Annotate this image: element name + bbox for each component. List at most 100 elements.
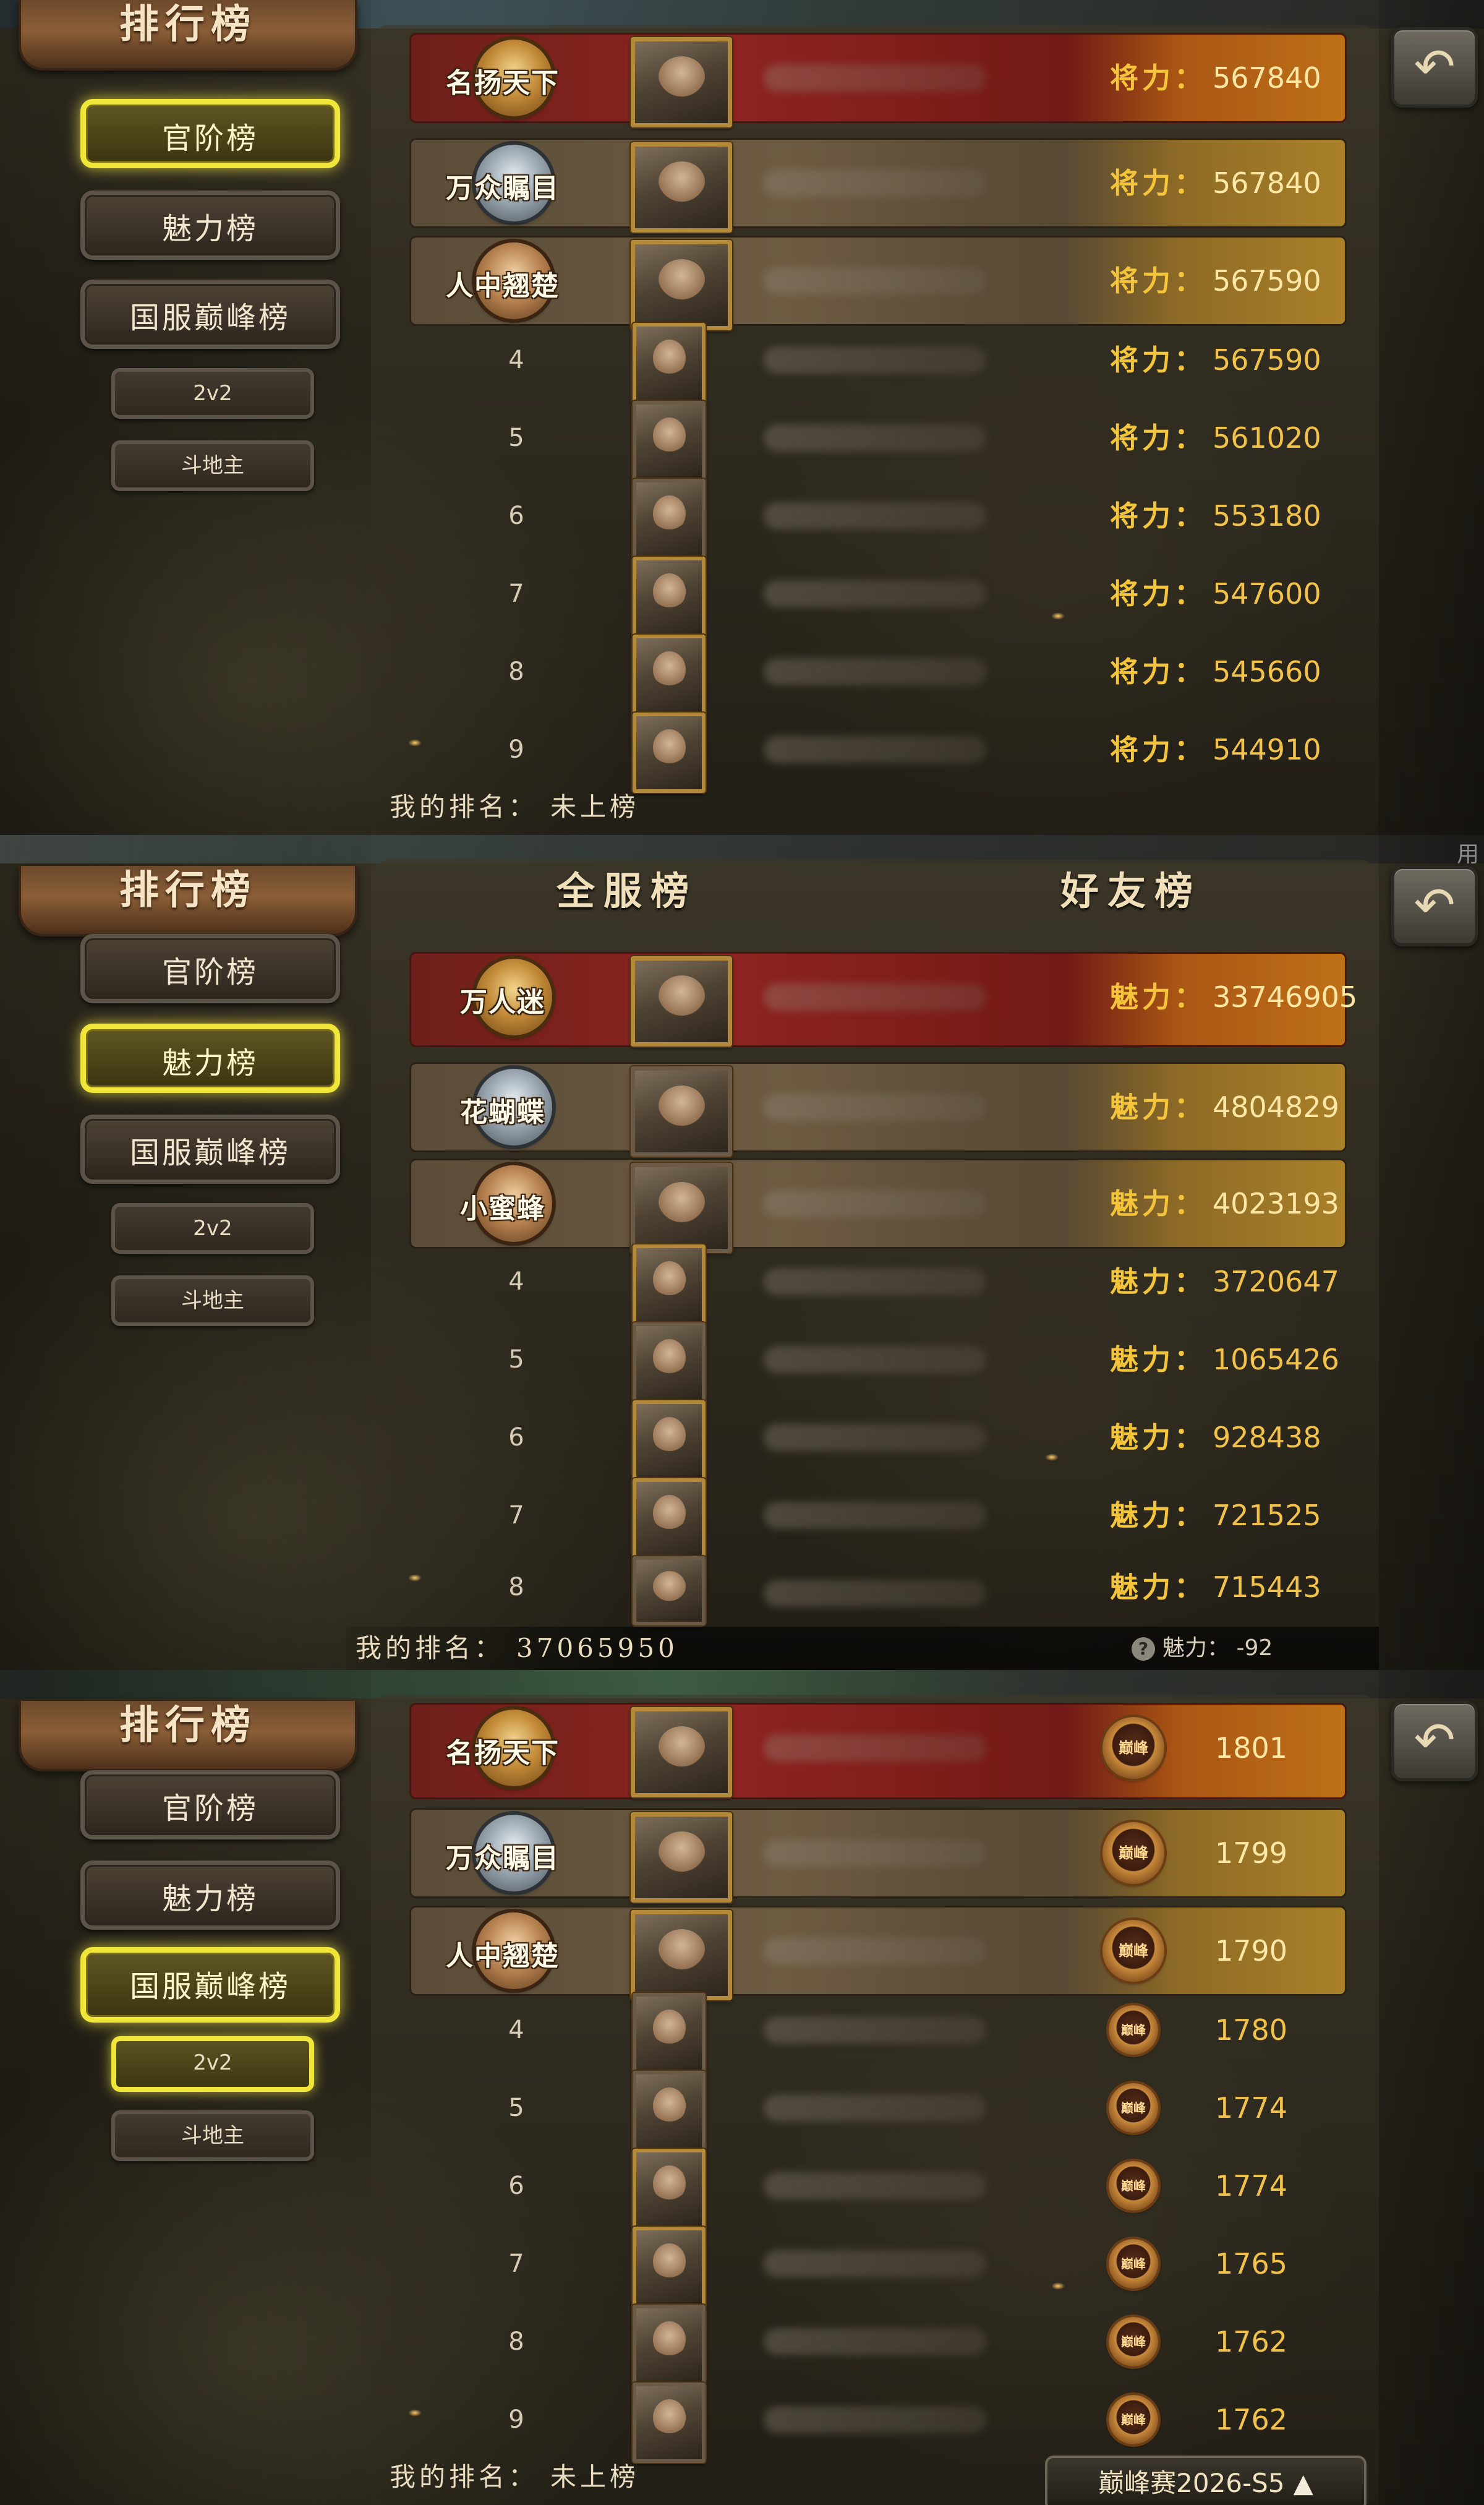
table-row[interactable]: 5 魅力： 1065426 [411,1316,1345,1403]
player-name-blurred [764,1580,986,1607]
subtab-doudizhu[interactable]: 斗地主 [111,1275,314,1326]
avatar[interactable] [633,1244,706,1325]
table-row[interactable]: 7 魅力： 721525 [411,1472,1345,1559]
rank-number: 9 [508,2405,524,2434]
avatar[interactable] [633,2383,706,2463]
rank-number: 8 [508,657,524,686]
table-row[interactable]: 4 巅峰 1780 [411,1987,1345,2073]
peak-medal-icon: 巅峰 [1109,2161,1158,2211]
rank-badge-gold: 万人迷 [435,956,571,1038]
avatar[interactable] [633,1993,706,2073]
rank-number: 5 [508,1345,524,1374]
table-row[interactable]: 8 巅峰 1762 [411,2298,1345,2385]
table-row[interactable]: 4 魅力： 3720647 [411,1238,1345,1325]
table-row[interactable]: 7 巅峰 1765 [411,2220,1345,2307]
table-row[interactable]: 6 魅力： 928438 [411,1394,1345,1481]
table-row[interactable]: 5 将力： 561020 [411,395,1345,481]
tab-peak-rank[interactable]: 国服巅峰榜 [80,1115,340,1184]
table-row[interactable]: 小蜜蜂 魅力： 4023193 [411,1160,1345,1253]
stat-value: 545660 [1213,655,1321,688]
back-arrow-icon[interactable]: ↶ [1391,1701,1478,1781]
peak-score: 1762 [1215,2403,1288,2436]
stat-value: 3720647 [1213,1265,1339,1298]
avatar[interactable] [633,2071,706,2151]
tab-officer-rank[interactable]: 官阶榜 [80,1770,340,1839]
avatar[interactable] [633,1400,706,1481]
back-arrow-icon[interactable]: ↶ [1391,27,1478,108]
avatar[interactable] [631,142,732,233]
avatar[interactable] [631,1066,732,1157]
table-row[interactable]: 4 将力： 567590 [411,317,1345,403]
tab-friends[interactable]: 好友榜 [1060,860,1201,914]
avatar[interactable] [633,2305,706,2385]
subtab-doudizhu[interactable]: 斗地主 [111,440,314,491]
avatar[interactable] [631,956,732,1047]
table-row[interactable]: 6 将力： 553180 [411,473,1345,559]
back-arrow-icon[interactable]: ↶ [1391,866,1478,946]
help-icon[interactable]: ? [1132,1637,1155,1661]
subtab-doudizhu[interactable]: 斗地主 [111,2110,314,2161]
stat-value: 1065426 [1213,1343,1339,1376]
table-row[interactable]: 花蝴蝶 魅力： 4804829 [411,1064,1345,1157]
table-row[interactable]: 6 巅峰 1774 [411,2143,1345,2229]
stat-label: 将力： [1110,421,1206,455]
table-row[interactable]: 8 将力： 545660 [411,628,1345,715]
tab-peak-rank[interactable]: 国服巅峰榜 [80,1947,340,2023]
rank-number: 9 [508,735,524,764]
avatar[interactable] [633,1556,706,1625]
table-row[interactable]: 万众瞩目 将力： 567840 [411,140,1345,233]
avatar[interactable] [633,401,706,481]
stat-value: 547600 [1213,577,1321,610]
rank-number: 4 [508,346,524,374]
rank-number: 7 [508,1501,524,1530]
table-row[interactable]: 8 魅力： 715443 [411,1550,1345,1625]
subtab-2v2[interactable]: 2v2 [111,2036,314,2092]
tab-charm-rank[interactable]: 魅力榜 [80,191,340,260]
player-name-blurred [764,2172,986,2199]
avatar[interactable] [633,557,706,637]
table-row[interactable]: 万人迷 魅力： 33746905 [411,954,1357,1047]
table-row[interactable]: 7 将力： 547600 [411,550,1345,637]
stat-label: 魅力： [1110,1499,1206,1532]
page-title: 排行榜 [19,1701,357,1771]
avatar[interactable] [633,713,706,793]
avatar[interactable] [633,1478,706,1559]
peak-score: 1774 [1215,2169,1288,2203]
avatar[interactable] [631,1707,732,1797]
tab-officer-rank[interactable]: 官阶榜 [80,99,340,168]
subtab-2v2[interactable]: 2v2 [111,1203,314,1254]
table-row[interactable]: 5 巅峰 1774 [411,2065,1345,2151]
peak-score: 1801 [1215,1731,1288,1765]
avatar[interactable] [631,1812,732,1903]
tab-all-server[interactable]: 全服榜 [556,860,697,914]
player-name-blurred [764,2328,986,2355]
subtab-2v2[interactable]: 2v2 [111,368,314,419]
avatar[interactable] [633,635,706,715]
avatar[interactable] [633,2149,706,2229]
rank-badge-bronze: 人中翘楚 [435,1910,571,1992]
peak-medal-icon: 巅峰 [1109,2239,1158,2289]
table-row[interactable]: 人中翘楚 将力： 567590 [411,238,1345,330]
stat-label: 将力： [1110,499,1206,533]
page-title: 排行榜 [19,866,357,936]
avatar[interactable] [633,1322,706,1403]
season-selector-button[interactable]: 巅峰赛2026-S5 ▲ [1045,2456,1367,2505]
table-row[interactable]: 万众瞩目 巅峰 1799 [411,1810,1345,1903]
table-row[interactable]: 名扬天下 将力： 567840 [411,35,1345,127]
tab-charm-rank[interactable]: 魅力榜 [80,1024,340,1093]
tab-peak-rank[interactable]: 国服巅峰榜 [80,280,340,349]
player-name-blurred [764,1268,986,1295]
avatar[interactable] [633,479,706,559]
player-name-blurred [764,346,986,374]
tab-officer-rank[interactable]: 官阶榜 [80,934,340,1003]
table-row[interactable]: 9 巅峰 1762 [411,2376,1345,2463]
table-row[interactable]: 人中翘楚 巅峰 1790 [411,1908,1345,2000]
avatar[interactable] [633,2227,706,2307]
my-charm: ? 魅力： -92 [1132,1627,1273,1670]
table-row[interactable]: 名扬天下 巅峰 1801 [411,1705,1345,1797]
avatar[interactable] [631,37,732,127]
player-name-blurred [764,736,986,763]
avatar[interactable] [633,323,706,403]
table-row[interactable]: 9 将力： 544910 [411,706,1345,793]
tab-charm-rank[interactable]: 魅力榜 [80,1861,340,1930]
